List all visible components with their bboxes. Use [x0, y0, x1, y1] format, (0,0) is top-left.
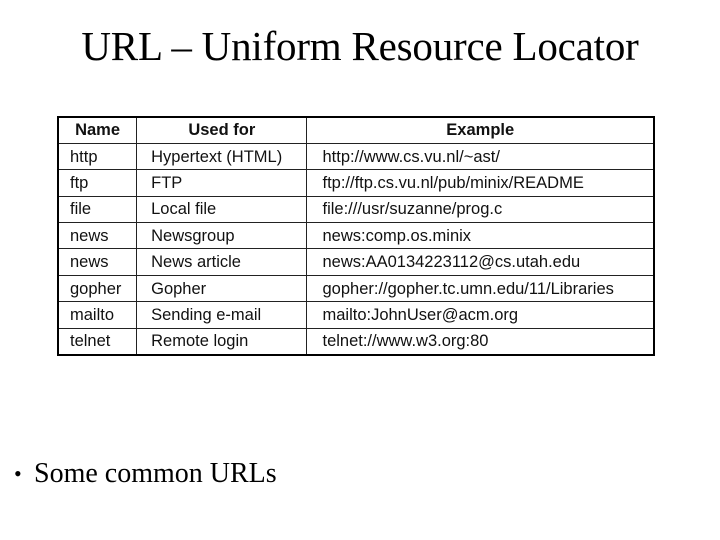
bullet-list: • Some common URLs [14, 456, 277, 492]
cell-used-for: News article [136, 248, 308, 276]
cell-name: news [57, 248, 138, 276]
cell-used-for: FTP [136, 169, 308, 197]
cell-example: ftp://ftp.cs.vu.nl/pub/minix/README [306, 169, 655, 197]
header-used-for: Used for [136, 116, 308, 144]
cell-name: ftp [57, 169, 138, 197]
table-row: file Local file file:///usr/suzanne/prog… [57, 195, 655, 224]
cell-name: news [57, 222, 138, 250]
cell-example: gopher://gopher.tc.umn.edu/11/Libraries [306, 274, 655, 303]
table-row: news News article news:AA0134223112@cs.u… [57, 248, 655, 276]
table-row: ftp FTP ftp://ftp.cs.vu.nl/pub/minix/REA… [57, 169, 655, 197]
cell-name: gopher [57, 274, 138, 303]
cell-example: http://www.cs.vu.nl/~ast/ [306, 142, 655, 171]
table-header-row: Name Used for Example [57, 116, 655, 144]
header-example: Example [306, 116, 655, 144]
header-name: Name [57, 116, 138, 144]
table-row: http Hypertext (HTML) http://www.cs.vu.n… [57, 142, 655, 171]
cell-name: file [57, 195, 138, 224]
table-row: news Newsgroup news:comp.os.minix [57, 222, 655, 250]
table-row: mailto Sending e-mail mailto:JohnUser@ac… [57, 301, 655, 329]
table-row: telnet Remote login telnet://www.w3.org:… [57, 327, 655, 356]
cell-used-for: Local file [136, 195, 308, 224]
cell-used-for: Sending e-mail [136, 301, 308, 329]
cell-name: telnet [57, 327, 138, 356]
cell-used-for: Gopher [136, 274, 308, 303]
cell-example: telnet://www.w3.org:80 [306, 327, 655, 356]
table-row: gopher Gopher gopher://gopher.tc.umn.edu… [57, 274, 655, 303]
cell-name: http [57, 142, 138, 171]
cell-example: mailto:JohnUser@acm.org [306, 301, 655, 329]
cell-name: mailto [57, 301, 138, 329]
cell-example: news:comp.os.minix [306, 222, 655, 250]
url-schemes-table: Name Used for Example http Hypertext (HT… [57, 116, 655, 356]
bullet-dot-icon: • [14, 461, 22, 486]
cell-used-for: Remote login [136, 327, 308, 356]
cell-used-for: Newsgroup [136, 222, 308, 250]
slide-title: URL – Uniform Resource Locator [81, 23, 639, 69]
cell-example: news:AA0134223112@cs.utah.edu [306, 248, 655, 276]
cell-used-for: Hypertext (HTML) [136, 142, 308, 171]
bullet-text: Some common URLs [34, 458, 277, 489]
cell-example: file:///usr/suzanne/prog.c [306, 195, 655, 224]
bullet-item: • Some common URLs [14, 456, 277, 492]
